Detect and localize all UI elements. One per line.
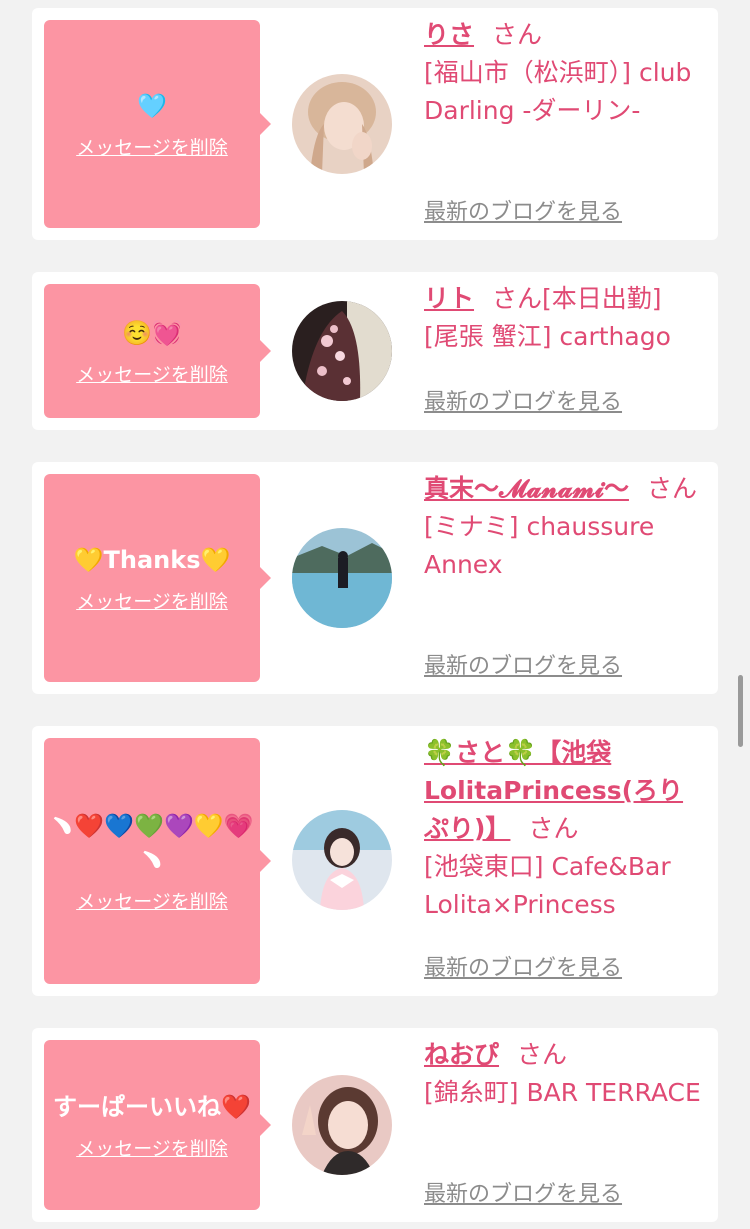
delete-message-link[interactable]: メッセージを削除 xyxy=(76,887,228,914)
avatar-photo xyxy=(292,810,392,910)
card-info: リト さん[本日出勤] [尾張 蟹江] carthago xyxy=(424,280,706,356)
message-card: すーぱーいいね❤️ メッセージを削除 ねおぴ さん [錦糸町] BAR TERRA… xyxy=(32,1028,718,1222)
name-suffix: さん[本日出勤] xyxy=(492,284,662,313)
message-bubble: 🩵 メッセージを削除 xyxy=(44,20,271,228)
shop-info: [尾張 蟹江] carthago xyxy=(424,322,671,351)
delete-message-link[interactable]: メッセージを削除 xyxy=(76,587,228,614)
message-card: ﹅❤️💙💚💜💛💗﹅ メッセージを削除 🍀さと🍀【池袋LolitaPrincess… xyxy=(32,726,718,996)
shop-info: [ミナミ] chaussure Annex xyxy=(424,512,655,579)
message-text: 🩵 xyxy=(137,91,167,120)
message-text: ☺️💓 xyxy=(122,318,182,347)
profile-name-link[interactable]: 真末〜𝓜𝓪𝓷𝓪𝓶𝓲〜 xyxy=(424,474,629,503)
scrollbar[interactable] xyxy=(738,675,743,747)
latest-blog-link[interactable]: 最新のブログを見る xyxy=(424,1176,622,1208)
name-suffix: さん xyxy=(492,20,543,49)
latest-blog-link[interactable]: 最新のブログを見る xyxy=(424,648,622,680)
message-card: 🩵 メッセージを削除 りさ さん [福山市（松浜町）] club Darling … xyxy=(32,8,718,240)
profile-name-link[interactable]: リト xyxy=(424,284,474,313)
message-text: すーぱーいいね❤️ xyxy=(53,1092,251,1121)
avatar-photo xyxy=(292,1075,392,1175)
latest-blog-link[interactable]: 最新のブログを見る xyxy=(424,384,622,416)
message-card: 💛Thanks💛 メッセージを削除 真末〜𝓜𝓪𝓷𝓪𝓶𝓲〜 さん [ミナミ] cha… xyxy=(32,462,718,694)
delete-message-link[interactable]: メッセージを削除 xyxy=(76,1134,228,1161)
delete-message-link[interactable]: メッセージを削除 xyxy=(76,360,228,387)
avatar[interactable] xyxy=(292,74,392,174)
name-suffix: さん xyxy=(528,814,579,843)
message-bubble: すーぱーいいね❤️ メッセージを削除 xyxy=(44,1040,271,1210)
message-text: ﹅❤️💙💚💜💛💗﹅ xyxy=(50,811,254,874)
message-bubble: ﹅❤️💙💚💜💛💗﹅ メッセージを削除 xyxy=(44,738,271,984)
delete-message-link[interactable]: メッセージを削除 xyxy=(76,133,228,160)
avatar[interactable] xyxy=(292,1075,392,1175)
card-info: 🍀さと🍀【池袋LolitaPrincess(ろりぷり)】 さん [池袋東口] Ca… xyxy=(424,734,706,924)
avatar-photo xyxy=(292,74,392,174)
message-text: 💛Thanks💛 xyxy=(73,545,231,574)
message-list: 🩵 メッセージを削除 りさ さん [福山市（松浜町）] club Darling … xyxy=(0,0,750,1229)
message-bubble: ☺️💓 メッセージを削除 xyxy=(44,284,271,418)
latest-blog-link[interactable]: 最新のブログを見る xyxy=(424,950,622,982)
avatar-photo xyxy=(292,528,392,628)
card-info: りさ さん [福山市（松浜町）] club Darling -ダーリン- xyxy=(424,16,706,130)
shop-info: [福山市（松浜町）] club Darling -ダーリン- xyxy=(424,58,692,125)
message-bubble: 💛Thanks💛 メッセージを削除 xyxy=(44,474,271,682)
name-suffix: さん xyxy=(517,1040,568,1069)
profile-name-link[interactable]: ねおぴ xyxy=(424,1040,499,1069)
card-info: ねおぴ さん [錦糸町] BAR TERRACE xyxy=(424,1036,706,1112)
latest-blog-link[interactable]: 最新のブログを見る xyxy=(424,194,622,226)
shop-info: [錦糸町] BAR TERRACE xyxy=(424,1078,701,1107)
avatar[interactable] xyxy=(292,301,392,401)
name-suffix: さん xyxy=(646,474,697,503)
avatar[interactable] xyxy=(292,810,392,910)
avatar-photo xyxy=(292,301,392,401)
avatar[interactable] xyxy=(292,528,392,628)
card-info: 真末〜𝓜𝓪𝓷𝓪𝓶𝓲〜 さん [ミナミ] chaussure Annex xyxy=(424,470,706,584)
profile-name-link[interactable]: りさ xyxy=(424,20,474,49)
shop-info: [池袋東口] Cafe&Bar Lolita×Princess xyxy=(424,852,671,919)
message-card: ☺️💓 メッセージを削除 リト さん[本日出勤] [尾張 蟹江] carthago… xyxy=(32,272,718,430)
